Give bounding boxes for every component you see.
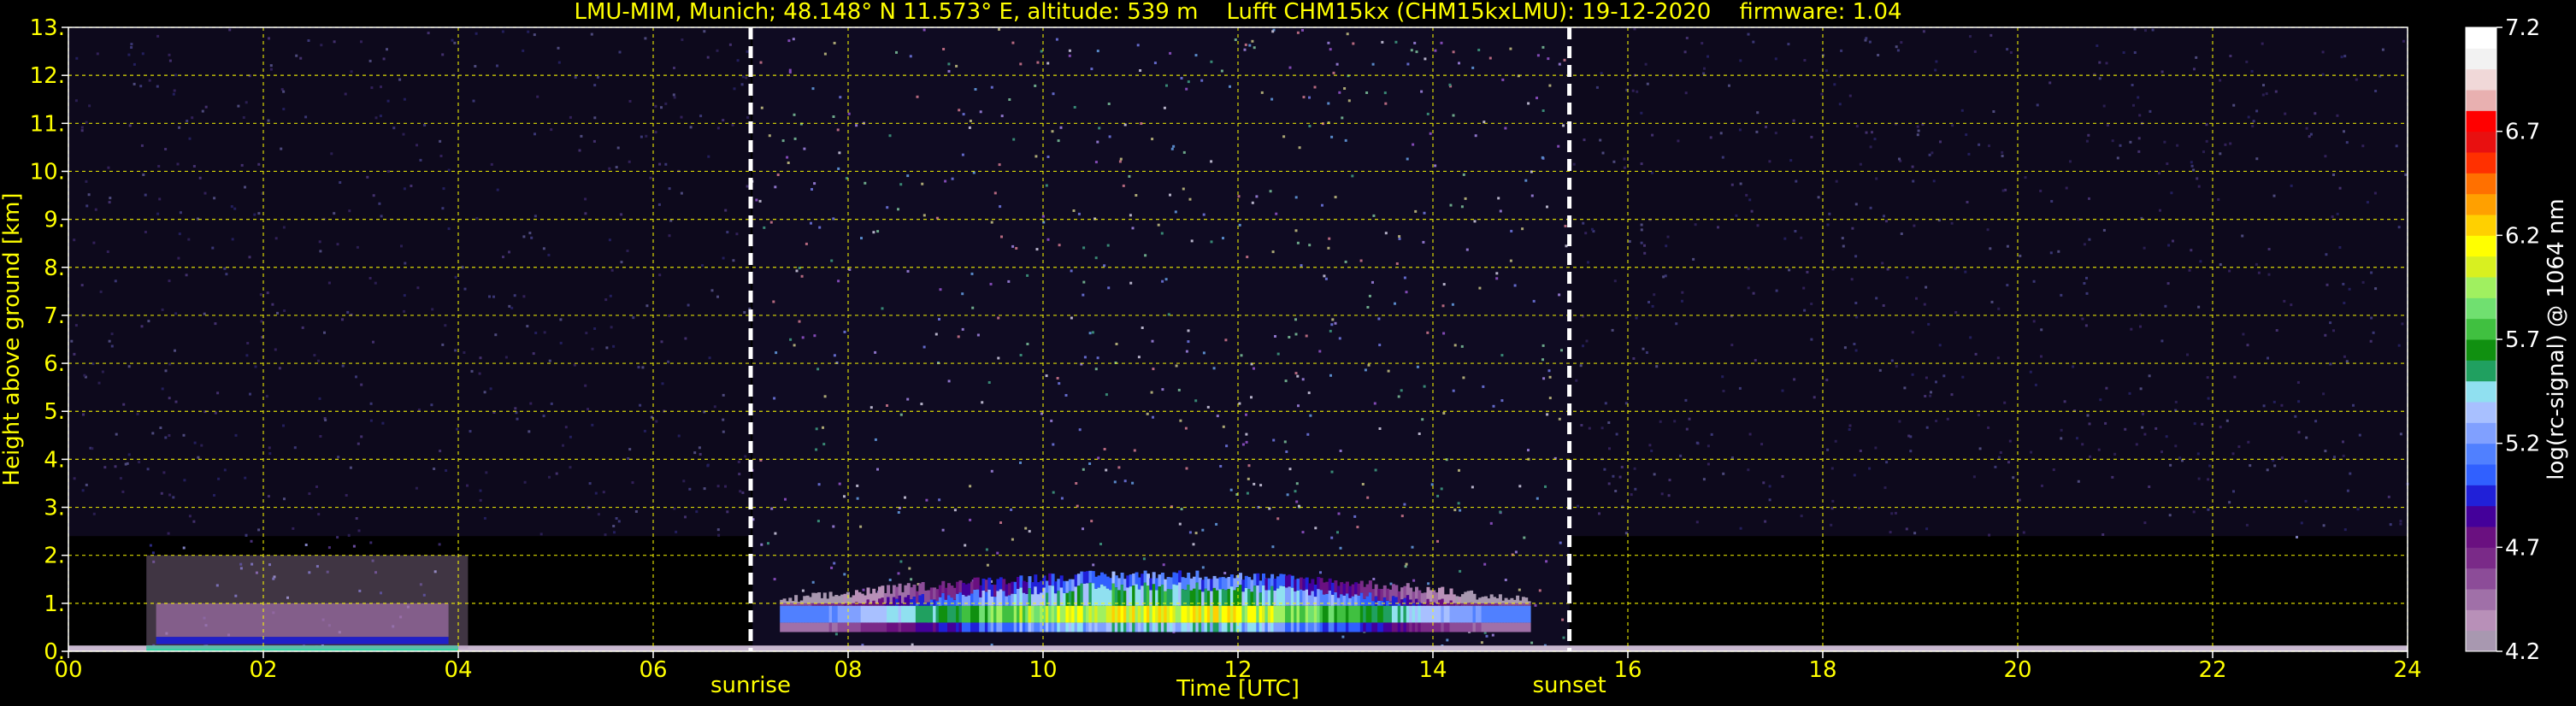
y-tick-label: 12. bbox=[30, 63, 65, 89]
y-tick-label: 6. bbox=[44, 351, 65, 377]
colorbar-tick-label: 7.2 bbox=[2505, 15, 2540, 41]
y-tick-label: 5. bbox=[44, 399, 65, 425]
x-tick-label: 14 bbox=[1418, 657, 1447, 683]
y-tick-label: 0. bbox=[44, 639, 65, 665]
chart-title: LMU-MIM, Munich; 48.148° N 11.573° E, al… bbox=[574, 0, 1901, 25]
x-tick-label: 22 bbox=[2198, 657, 2226, 683]
noise-point bbox=[250, 539, 253, 543]
y-tick-label: 3. bbox=[44, 496, 65, 521]
colorbar-tick-label: 6.2 bbox=[2505, 223, 2540, 249]
y-tick-label: 8. bbox=[44, 256, 65, 281]
x-tick-label: 08 bbox=[834, 657, 862, 683]
sunrise-label: sunrise bbox=[710, 673, 791, 698]
colorbar-tick-label: 4.2 bbox=[2505, 639, 2540, 665]
noise-point bbox=[151, 551, 155, 555]
noise-point bbox=[304, 544, 308, 546]
noise-point bbox=[182, 546, 186, 550]
x-tick-label: 10 bbox=[1029, 657, 1057, 683]
x-tick-label: 02 bbox=[249, 657, 277, 683]
y-tick-label: 9. bbox=[44, 208, 65, 233]
x-axis-label: Time [UTC] bbox=[1176, 676, 1300, 702]
y-axis-label: Height above ground [km] bbox=[0, 192, 25, 485]
x-tick-label: 16 bbox=[1613, 657, 1642, 683]
sunset-label: sunset bbox=[1532, 673, 1606, 698]
noise-point bbox=[149, 544, 152, 547]
noise-point bbox=[327, 546, 331, 550]
y-tick-label: 1. bbox=[44, 591, 65, 617]
night-noise-band-left bbox=[68, 27, 751, 537]
night-layer-base bbox=[156, 637, 449, 644]
x-tick-label: 18 bbox=[1808, 657, 1836, 683]
x-tick-label: 20 bbox=[2003, 657, 2031, 683]
noise-point bbox=[369, 541, 373, 544]
noise-point bbox=[336, 536, 339, 539]
y-tick-label: 7. bbox=[44, 303, 65, 329]
heatmap-area bbox=[68, 27, 2409, 651]
noise-point bbox=[2296, 535, 2298, 538]
night-layer-core bbox=[156, 603, 449, 638]
colorbar-tick-label: 5.7 bbox=[2505, 327, 2540, 353]
x-tick-label: 04 bbox=[444, 657, 472, 683]
x-tick-label: 06 bbox=[639, 657, 667, 683]
noise-point bbox=[438, 543, 441, 546]
colorbar-ticks: 4.2 4.7 5.2 5.7 6.2 6.7 7.2 bbox=[2496, 15, 2540, 665]
y-tick-label: 10. bbox=[30, 159, 65, 185]
colorbar-label: log(rc-signal) @ 1064 nm bbox=[2544, 198, 2569, 479]
daylight-noise-band bbox=[752, 27, 1570, 651]
noise-point bbox=[352, 544, 356, 548]
colorbar-tick-label: 6.7 bbox=[2505, 120, 2540, 145]
y-tick-label: 11. bbox=[30, 111, 65, 137]
x-tick-label: 24 bbox=[2393, 657, 2421, 683]
y-tick-label: 2. bbox=[44, 544, 65, 569]
colorbar-tick-label: 4.7 bbox=[2505, 535, 2540, 561]
aerosol-column bbox=[1527, 605, 1531, 623]
y-tick-label: 4. bbox=[44, 447, 65, 473]
night-noise-band-right bbox=[1569, 27, 2408, 537]
aerosol-column bbox=[1527, 622, 1531, 632]
y-tick-label: 13. bbox=[30, 15, 65, 41]
lidar-heatmap-chart: sunrise sunset 00 02 04 06 08 10 12 14 16 18 20 22 24… bbox=[0, 0, 2422, 702]
colorbar-tick-label: 5.2 bbox=[2505, 432, 2540, 457]
